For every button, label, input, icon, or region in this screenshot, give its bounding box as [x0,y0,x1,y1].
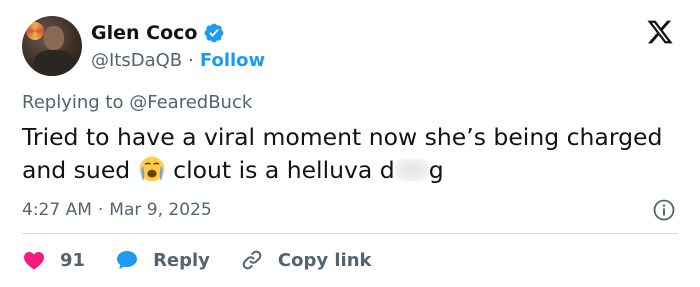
avatar-face [44,26,64,50]
tweet-time: 4:27 AM [22,200,92,220]
display-name[interactable]: Glen Coco [91,22,197,44]
tweet-text: Tried to have a viral moment now she’s b… [22,121,682,187]
copy-link-label: Copy link [277,249,372,271]
replying-prefix: Replying to [22,92,124,113]
heart-icon [24,252,44,270]
follow-button[interactable]: Follow [200,50,265,71]
meta-separator: · [97,200,104,220]
avatar[interactable] [22,16,82,76]
user-handle[interactable]: @ItsDaQB [91,50,182,71]
x-logo-icon[interactable] [645,18,675,46]
replying-to: Replying to @FearedBuck [22,92,252,116]
replying-target-link[interactable]: @FearedBuck [129,92,252,113]
action-bar: 91 Reply Copy link [22,246,402,274]
avatar-lollipop [26,22,44,40]
tweet-text-part2: clout is a helluva d [173,156,395,184]
tweet-date: Mar 9, 2025 [109,200,212,220]
handle-row: @ItsDaQB · Follow [91,48,265,72]
link-icon [242,250,262,270]
timestamp-row[interactable]: 4:27 AM · Mar 9, 2025 [22,198,212,222]
verified-badge-icon [205,23,224,43]
name-row: Glen Coco [91,20,225,46]
reply-bubble-icon [117,251,138,269]
info-icon[interactable] [652,198,676,222]
censor-blur [394,159,429,181]
like-button[interactable]: 91 [22,248,85,272]
tweet-card: Glen Coco @ItsDaQB · Follow Replying to … [0,0,700,287]
handle-separator: · [188,49,194,71]
loudly-crying-face-icon [139,156,165,182]
like-count: 91 [60,249,86,271]
reply-label: Reply [153,249,210,271]
reply-button[interactable]: Reply [115,248,210,272]
divider [22,233,678,234]
copy-link-button[interactable]: Copy link [240,248,372,272]
avatar-body [34,50,74,76]
tweet-text-part3: g [428,156,444,184]
